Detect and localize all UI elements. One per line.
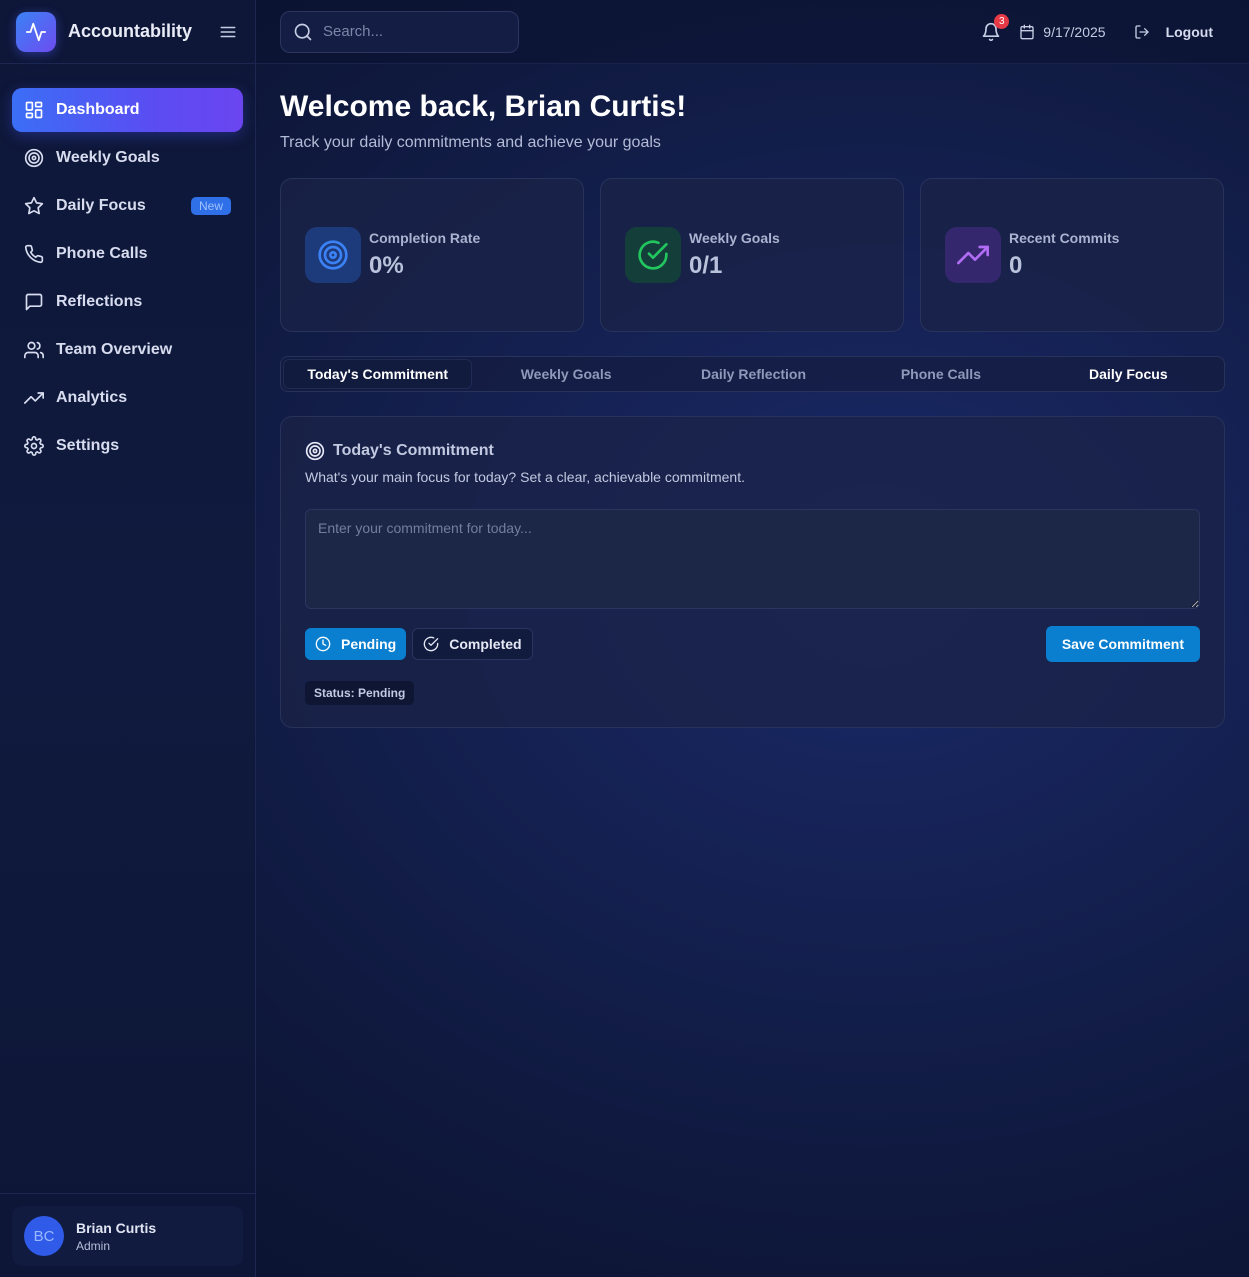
check-circle-icon [625,227,681,283]
tab-bar: Today's Commitment Weekly Goals Daily Re… [280,356,1225,392]
users-icon [24,341,44,359]
panel-description: What's your main focus for today? Set a … [305,469,745,485]
topbar-actions: 3 9/17/2025 Logout [981,13,1225,42]
sidebar: Accountability Dashboard Weekly Goals Da… [0,0,256,1277]
topbar: 3 9/17/2025 Logout [256,0,1249,64]
pending-button[interactable]: Pending [305,628,407,660]
check-circle-icon [423,636,439,652]
stat-label: Recent Commits [1009,230,1120,246]
notification-count-badge: 3 [994,13,1010,29]
gear-icon [24,436,44,456]
notifications-button[interactable]: 3 [981,13,1010,42]
completed-label: Completed [449,636,522,652]
pending-label: Pending [341,636,397,652]
stat-card-weekly-goals: Weekly Goals 0/1 [600,178,904,332]
commitment-actions: Pending Completed Save Commitment [305,626,1200,662]
clock-icon [315,636,331,652]
commitment-panel: Today's Commitment What's your main focu… [280,416,1225,728]
sidebar-nav: Dashboard Weekly Goals Daily Focus New P… [0,64,255,468]
completed-button[interactable]: Completed [412,628,533,660]
save-commitment-button[interactable]: Save Commitment [1045,626,1200,662]
stat-value: 0 [1009,252,1023,279]
sidebar-item-label: Weekly Goals [56,149,160,166]
search-icon [294,23,312,40]
sidebar-header: Accountability [0,0,255,64]
stat-text: Weekly Goals 0/1 [689,230,780,280]
user-meta: Brian Curtis Admin [76,1220,156,1253]
stat-label: Weekly Goals [689,230,780,246]
commitment-input[interactable] [305,509,1200,609]
tab-daily-reflection[interactable]: Daily Reflection [660,359,847,389]
sidebar-item-label: Phone Calls [56,245,148,262]
page-title: Welcome back, Brian Curtis! [280,90,687,123]
sidebar-item-settings[interactable]: Settings [12,424,243,468]
sidebar-footer: BC Brian Curtis Admin [0,1193,255,1277]
sidebar-item-reflections[interactable]: Reflections [12,280,243,324]
tab-phone-calls[interactable]: Phone Calls [847,359,1034,389]
avatar: BC [24,1216,64,1256]
sidebar-item-label: Daily Focus [56,197,146,214]
logout-button[interactable]: Logout [1134,24,1213,40]
target-icon [24,148,44,168]
stat-card-completion-rate: Completion Rate 0% [280,178,584,332]
sidebar-item-label: Team Overview [56,341,173,358]
user-profile[interactable]: BC Brian Curtis Admin [12,1206,243,1266]
stats-row: Completion Rate 0% Weekly Goals 0/1 Rece… [280,178,1225,332]
target-icon [305,441,325,461]
sidebar-item-label: Dashboard [56,101,140,118]
status-badge: Status: Pending [305,681,415,705]
sidebar-item-phone-calls[interactable]: Phone Calls [12,232,243,276]
tab-todays-commitment[interactable]: Today's Commitment [283,359,473,389]
sidebar-item-dashboard[interactable]: Dashboard [12,88,243,132]
target-icon [305,227,361,283]
current-date: 9/17/2025 [1019,23,1106,40]
stat-text: Completion Rate 0% [369,230,480,280]
tab-weekly-goals[interactable]: Weekly Goals [472,359,659,389]
logout-icon [1134,24,1149,39]
message-icon [25,293,43,311]
date-text: 9/17/2025 [1043,23,1106,40]
sidebar-item-label: Analytics [56,389,128,406]
search-input[interactable] [323,23,503,40]
tab-daily-focus[interactable]: Daily Focus [1035,359,1222,389]
stat-value: 0% [369,252,404,279]
panel-title: Today's Commitment [305,441,1200,461]
stat-text: Recent Commits 0 [1009,230,1119,280]
calendar-icon [1020,24,1034,39]
sidebar-item-weekly-goals[interactable]: Weekly Goals [12,136,243,180]
user-name: Brian Curtis [76,1219,157,1236]
page-subtitle: Track your daily commitments and achieve… [280,134,661,151]
stat-label: Completion Rate [369,230,481,246]
main-content: Welcome back, Brian Curtis! Track your d… [280,64,1225,728]
user-role: Admin [76,1238,111,1253]
sidebar-item-analytics[interactable]: Analytics [12,376,243,420]
activity-logo-icon [16,11,56,52]
star-icon [24,196,44,215]
logout-label: Logout [1165,23,1213,40]
dashboard-icon [25,101,43,119]
stat-value: 0/1 [689,252,723,279]
sidebar-item-label: Settings [56,437,120,454]
panel-title-text: Today's Commitment [333,442,494,459]
new-badge: New [190,197,231,215]
phone-icon [24,244,44,264]
menu-icon[interactable] [219,23,237,41]
stat-card-recent-commits: Recent Commits 0 [920,178,1224,332]
trending-up-icon [945,227,1001,283]
trending-up-icon [24,392,44,404]
search-box[interactable] [280,10,519,53]
sidebar-item-team-overview[interactable]: Team Overview [12,328,243,372]
sidebar-item-label: Reflections [56,293,143,310]
sidebar-item-daily-focus[interactable]: Daily Focus New [12,184,243,228]
app-title: Accountability [68,21,193,41]
